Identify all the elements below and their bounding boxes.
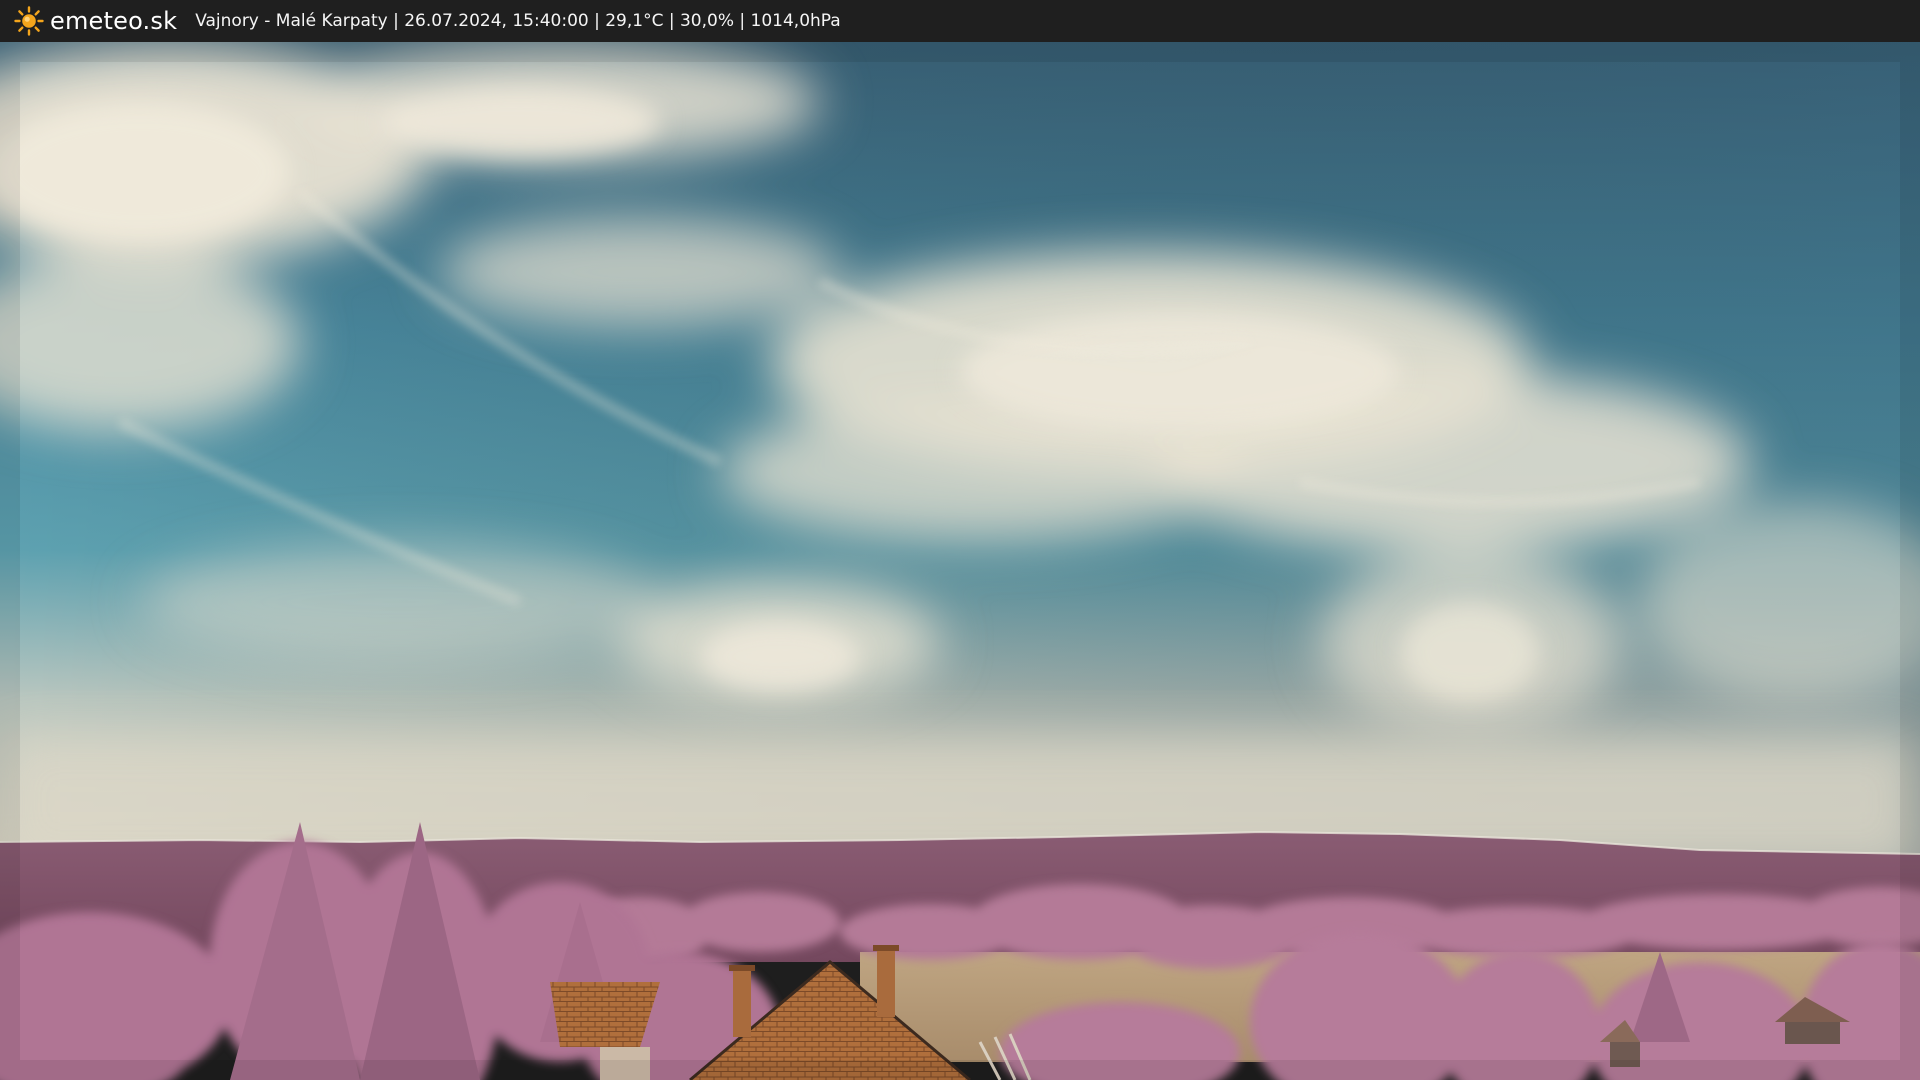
webcam-image bbox=[0, 42, 1920, 1080]
caption-bar: emeteo.sk Vajnory - Malé Karpaty | 26.07… bbox=[0, 0, 1920, 42]
webcam-caption: Vajnory - Malé Karpaty | 26.07.2024, 15:… bbox=[195, 11, 841, 31]
brand-name: emeteo.sk bbox=[50, 7, 178, 35]
sun-icon bbox=[14, 6, 44, 36]
brand-logo[interactable]: emeteo.sk bbox=[14, 6, 177, 36]
webcam-frame: emeteo.sk Vajnory - Malé Karpaty | 26.07… bbox=[0, 0, 1920, 1080]
